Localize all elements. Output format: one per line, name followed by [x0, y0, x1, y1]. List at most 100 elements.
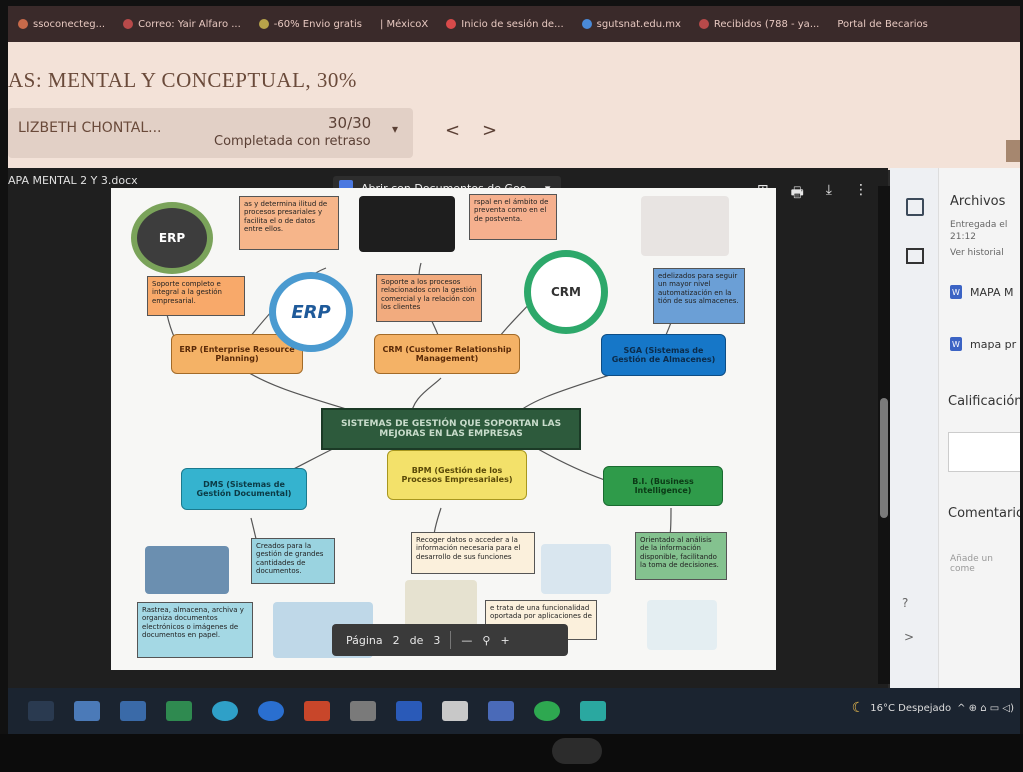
powerpoint-icon[interactable] — [304, 701, 330, 721]
page-navigation: Página 2 de 3 — ⚲ + — [332, 624, 568, 656]
bpm-process-image — [541, 544, 611, 594]
scroll-thumb[interactable] — [880, 398, 888, 518]
files-title: Archivos — [950, 194, 1006, 209]
attached-file-1[interactable]: W MAPA M — [940, 272, 1020, 312]
help-icon[interactable]: ? — [902, 596, 908, 610]
page-of: de — [409, 633, 424, 647]
view-history-link[interactable]: Ver historial — [950, 248, 1020, 260]
divider — [450, 631, 452, 649]
crm-node: CRM (Customer Relationship Management) — [374, 334, 520, 374]
monitor-screen: ssoconecteg... Correo: Yair Alfaro ... -… — [8, 6, 1020, 734]
download-icon[interactable]: ⤓ — [826, 182, 832, 206]
zoom-in-button[interactable]: + — [500, 634, 509, 647]
task-view-icon[interactable] — [28, 701, 54, 721]
bookmark-icon — [18, 19, 28, 29]
assignment-header: AS: MENTAL Y CONCEPTUAL, 30% LIZBETH CHO… — [8, 42, 1020, 170]
bi-node: B.I. (Business Intelligence) — [603, 466, 723, 506]
page-label: Página — [346, 633, 383, 647]
windows-taskbar: ☾ 16°C Despejado ^ ⊕ ⌂ ▭ ◁) — [8, 688, 1020, 734]
erp-cycle-image: ERP — [131, 202, 213, 274]
comments-section-title: Comentarios — [948, 506, 1020, 521]
submission-date: Entregada el 21:12 — [950, 220, 1008, 242]
student-name: LIZBETH CHONTAL... — [18, 120, 162, 136]
bookmark-label: Inicio de sesión de... — [461, 18, 564, 30]
outlook-icon[interactable] — [74, 701, 100, 721]
grade-input[interactable] — [948, 432, 1020, 472]
bookmark-label: -60% Envio gratis — [273, 18, 362, 30]
calendar-icon[interactable] — [488, 701, 514, 721]
return-button[interactable] — [1006, 140, 1020, 162]
crm-support-note: Soporte a los procesos relacionados con … — [376, 274, 482, 322]
crm-laptop-image — [359, 196, 455, 252]
tray-icons[interactable]: ^ ⊕ ⌂ ▭ ◁) — [957, 703, 1014, 714]
comment-tab-icon[interactable] — [906, 248, 924, 264]
bookmark-label: sgutsnat.edu.mx — [596, 18, 681, 30]
bookmark-label: Portal de Becarios — [837, 18, 928, 30]
submission-status: Completada con retraso — [214, 134, 371, 149]
grade-value: 30/30 — [328, 114, 372, 132]
document-page: SISTEMAS DE GESTIÓN QUE SOPORTAN LAS MEJ… — [111, 188, 776, 670]
word-file-icon: W — [950, 285, 962, 299]
total-pages: 3 — [433, 633, 441, 647]
comment-input[interactable]: Añade un come — [950, 554, 1020, 574]
edge-icon[interactable] — [212, 701, 238, 721]
chevron-down-icon[interactable]: ▾ — [392, 122, 398, 136]
bookmark-7[interactable]: Recibidos (788 - ya... — [698, 18, 820, 30]
crm-description-note: rspal en el ámbito de preventa como en e… — [469, 194, 557, 240]
word-icon[interactable] — [396, 701, 422, 721]
attached-file-2[interactable]: W mapa pr — [940, 324, 1020, 364]
login-icon — [446, 19, 457, 29]
erp-support-note: Soporte completo e integral a la gestión… — [147, 276, 245, 316]
dms-documents-image — [145, 546, 229, 594]
current-page: 2 — [392, 633, 400, 647]
expand-icon[interactable]: > — [904, 630, 914, 644]
photos-icon[interactable] — [580, 701, 606, 721]
bookmark-2[interactable]: Correo: Yair Alfaro ... — [123, 19, 241, 30]
bookmark-6[interactable]: sgutsnat.edu.mx — [581, 18, 681, 30]
zoom-app-icon[interactable] — [258, 701, 284, 721]
3d-viewer-icon[interactable] — [350, 701, 376, 721]
weather-status[interactable]: 16°C Despejado — [870, 703, 951, 714]
print-icon[interactable]: 🖶 — [791, 182, 804, 206]
bookmark-5[interactable]: Inicio de sesión de... — [446, 18, 564, 30]
bookmark-3[interactable]: -60% Envio gratis — [258, 18, 362, 30]
bookmark-label: Recibidos (788 - ya... — [713, 18, 820, 30]
dms-node: DMS (Sistemas de Gestión Documental) — [181, 468, 307, 510]
bookmark-8[interactable]: Portal de Becarios — [837, 19, 927, 30]
viewer-scrollbar[interactable] — [878, 186, 890, 684]
crm-circle-image: CRM — [524, 250, 608, 334]
file-explorer-icon[interactable] — [120, 701, 146, 721]
previous-student-button[interactable]: < — [445, 120, 460, 141]
bookmarks-bar: ssoconecteg... Correo: Yair Alfaro ... -… — [8, 6, 1020, 42]
excel-icon[interactable] — [166, 701, 192, 721]
bi-orientation-note: Orientado al análisis de la información … — [635, 532, 727, 580]
student-selector[interactable]: LIZBETH CHONTAL... 30/30 Completada con … — [8, 108, 413, 158]
word-file-icon: W — [950, 337, 962, 351]
bpm-collect-note: Recoger datos o acceder a la información… — [411, 532, 535, 574]
chrome-icon[interactable] — [442, 701, 468, 721]
hp-logo — [552, 738, 602, 764]
bookmark-label: | MéxicoX — [379, 18, 429, 30]
dms-track-note: Rastrea, almacena, archiva y organiza do… — [137, 602, 253, 658]
files-tab-icon[interactable] — [906, 198, 924, 216]
mail-icon — [698, 19, 709, 29]
zoom-out-button[interactable]: — — [461, 634, 472, 647]
grade-section-title: Calificación — [948, 394, 1020, 409]
bookmark-4[interactable]: | MéxicoX — [380, 19, 428, 30]
bookmark-1[interactable]: ssoconecteg... — [18, 19, 105, 30]
bi-dashboard-image — [647, 600, 717, 650]
next-student-button[interactable]: > — [482, 120, 497, 141]
sga-node: SGA (Sistemas de Gestión de Almacenes) — [601, 334, 726, 376]
bpm-node: BPM (Gestión de los Procesos Empresarial… — [387, 450, 527, 500]
sga-description-note: edelizados para seguir un mayor nivel au… — [653, 268, 745, 324]
zoom-icon: ⚲ — [482, 633, 491, 647]
globe-icon — [581, 19, 592, 29]
erp-wheel-image: ERP — [269, 272, 353, 352]
grading-side-panel: ? > Archivos Entregada el 21:12 Ver hist… — [890, 168, 1020, 688]
central-topic: SISTEMAS DE GESTIÓN QUE SOPORTAN LAS MEJ… — [321, 408, 581, 450]
spotify-icon[interactable] — [534, 701, 560, 721]
system-tray: ☾ 16°C Despejado ^ ⊕ ⌂ ▭ ◁) — [852, 700, 1014, 716]
bookmark-label: ssoconecteg... — [33, 18, 106, 30]
bpm-gears-image — [405, 580, 477, 630]
more-options-icon[interactable]: ⋮ — [854, 182, 868, 206]
